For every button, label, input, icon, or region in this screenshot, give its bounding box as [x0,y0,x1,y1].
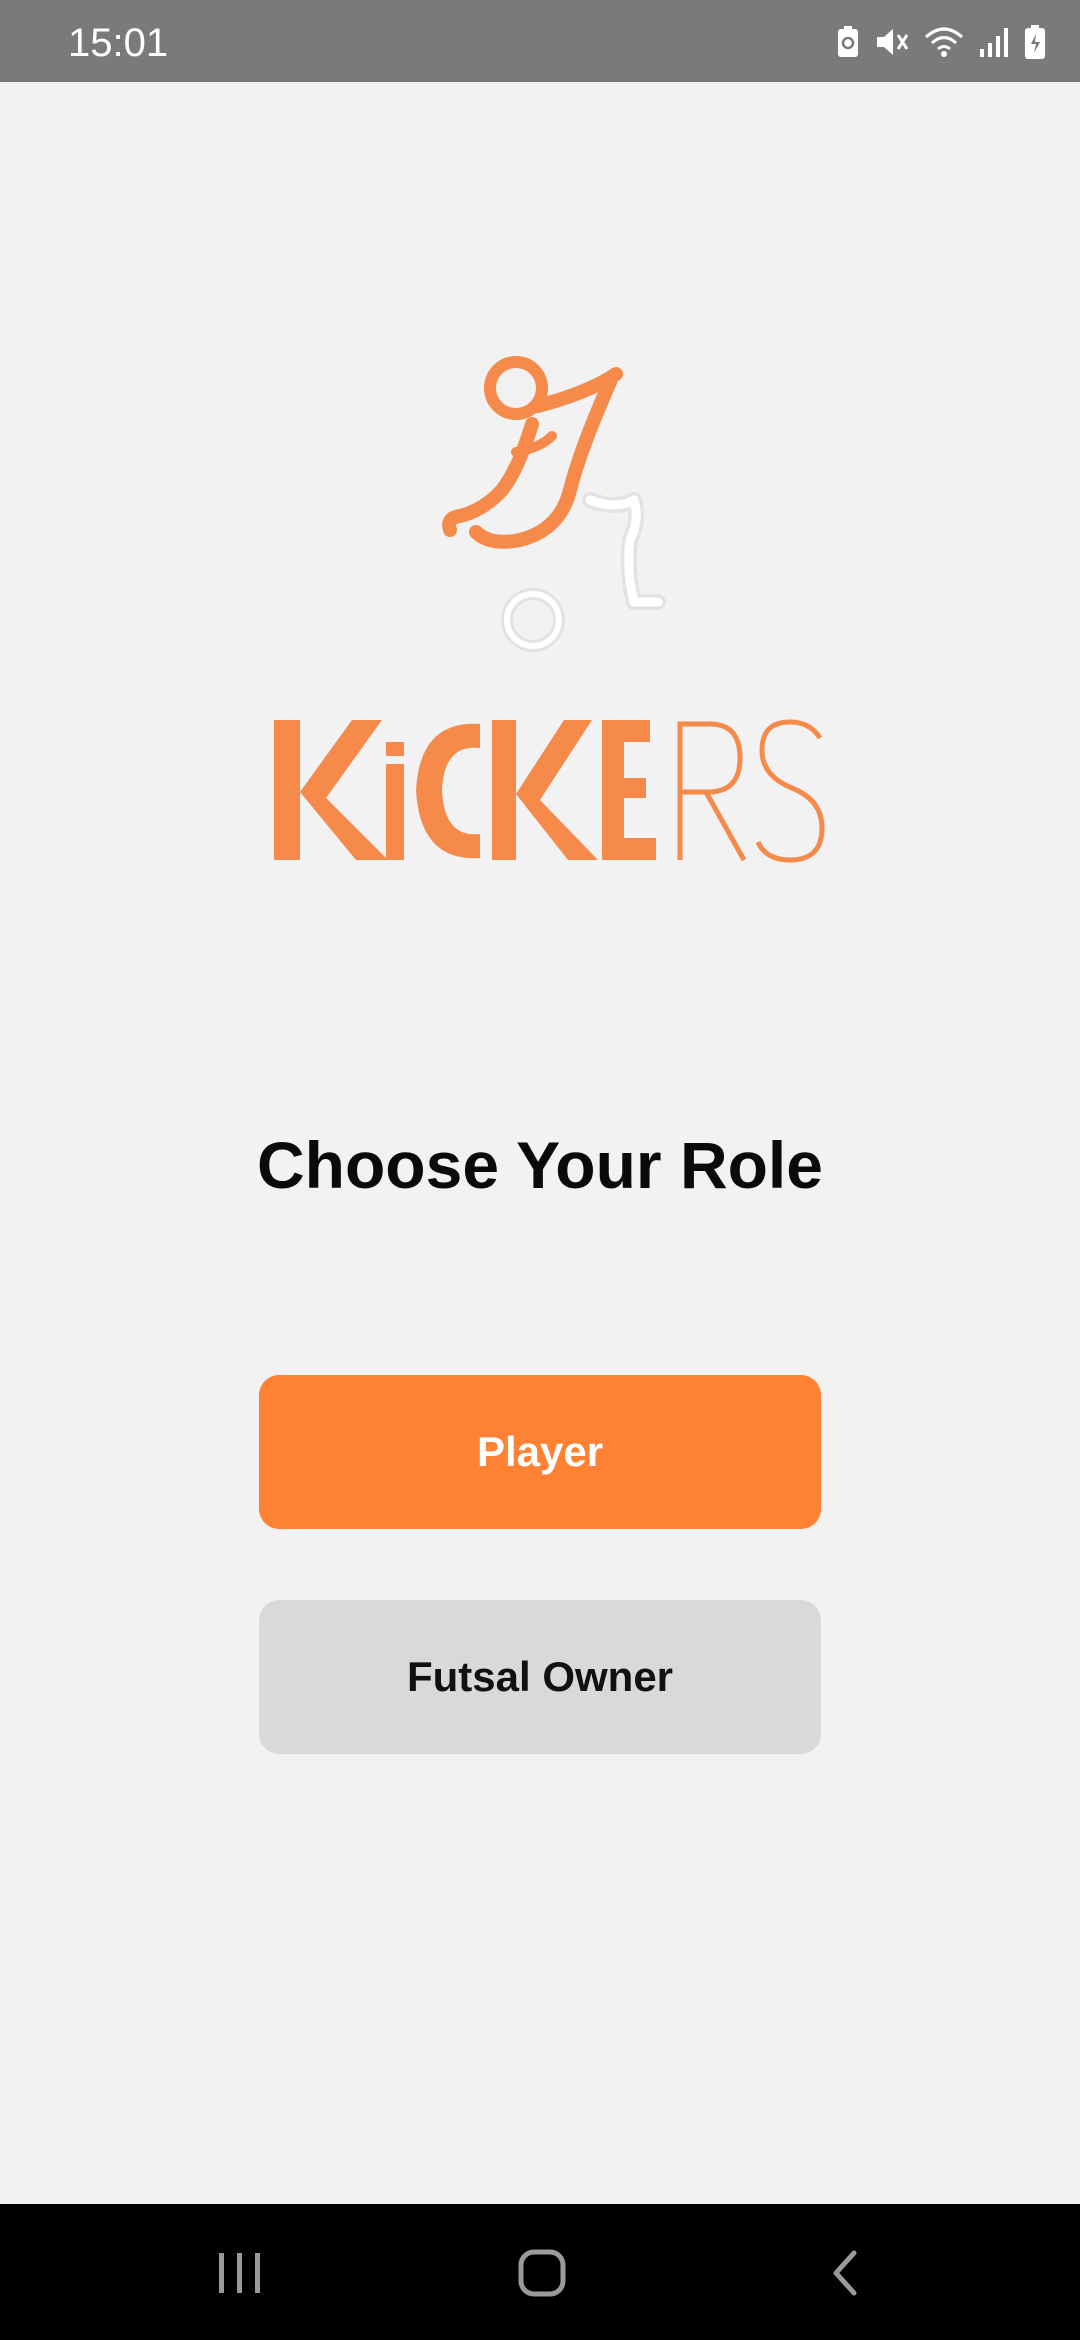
futsal-owner-button-label: Futsal Owner [406,1653,674,1700]
status-icons [836,22,1046,62]
player-button[interactable]: Player [259,1375,821,1529]
navigation-bar [0,2204,1080,2340]
status-time: 15:01 [68,21,169,65]
recents-icon [219,2253,260,2293]
player-kicking-icon [442,356,666,652]
mute-icon [874,25,910,59]
recents-button[interactable] [200,2238,280,2308]
battery-saver-icon [836,25,860,59]
back-icon [833,2250,857,2296]
battery-charging-icon [1024,24,1046,60]
kickers-logo [260,340,830,880]
page-title: Choose Your Role [257,1128,823,1202]
back-button[interactable] [805,2238,885,2308]
home-button[interactable] [502,2238,582,2308]
player-button-label: Player [476,1428,604,1475]
home-icon [518,2249,566,2297]
futsal-owner-button[interactable]: Futsal Owner [259,1600,821,1754]
signal-icon [978,25,1010,59]
status-bar: 15:01 [0,0,1080,82]
wifi-icon [924,25,964,59]
kickers-wordmark [274,719,825,863]
